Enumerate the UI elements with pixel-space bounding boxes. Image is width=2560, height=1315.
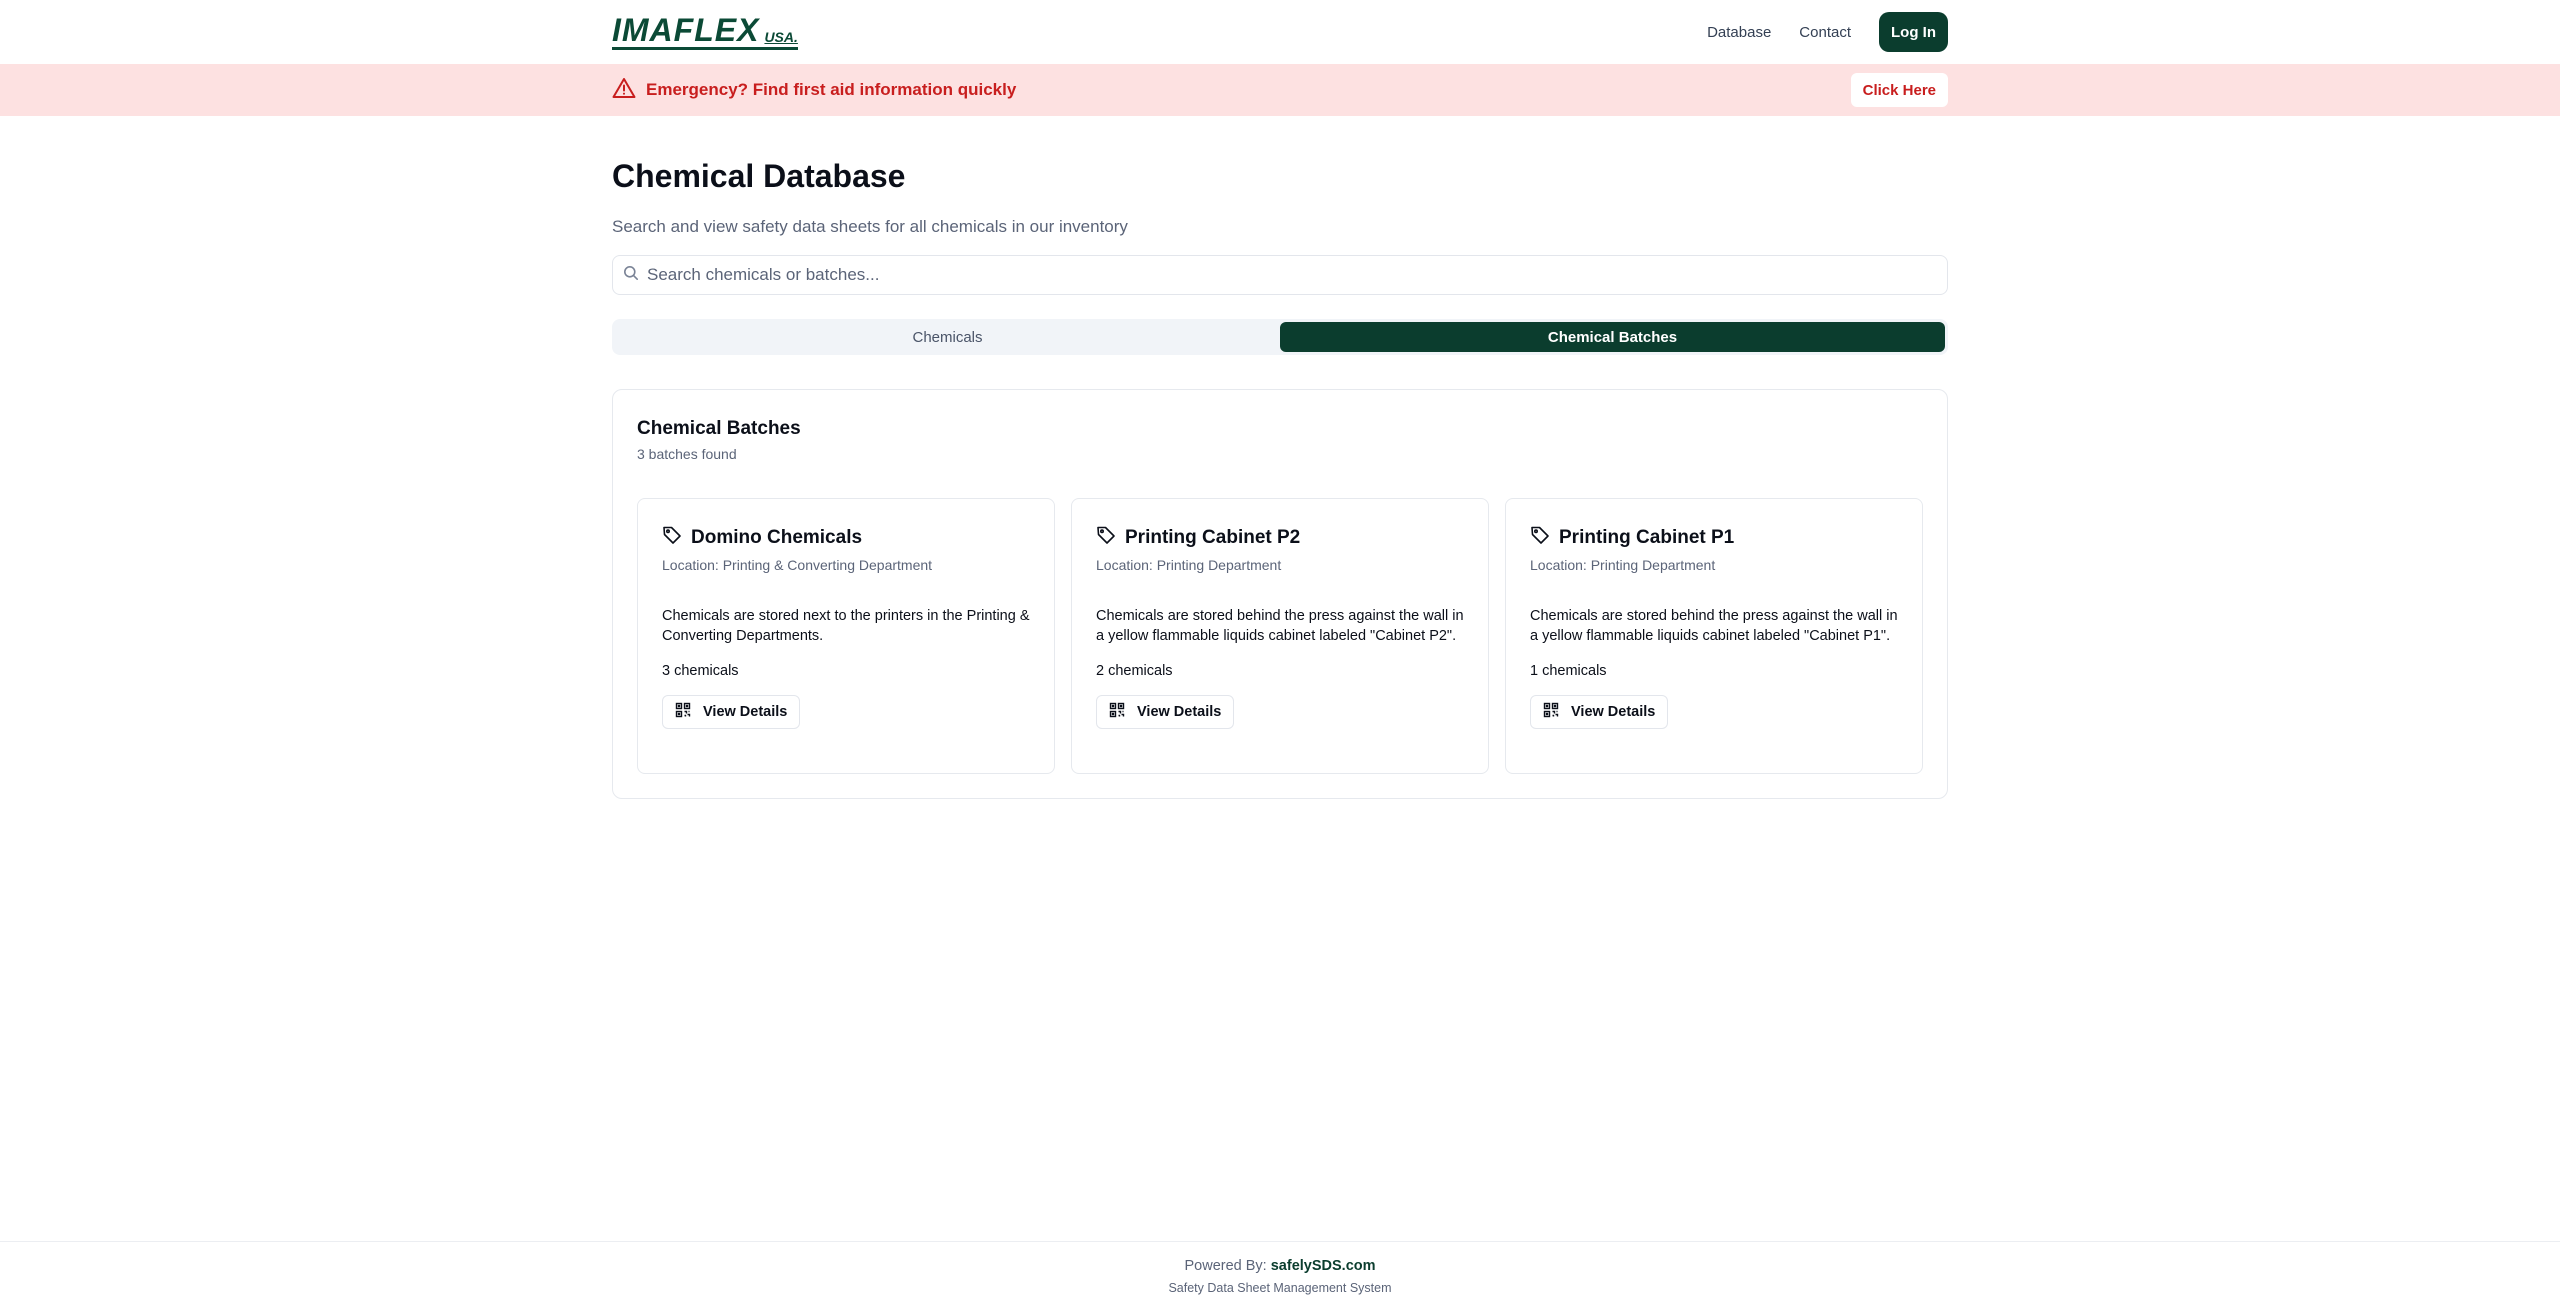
batch-card: Printing Cabinet P1 Location: Printing D… xyxy=(1505,498,1923,774)
view-details-label: View Details xyxy=(1571,704,1656,720)
qr-code-icon xyxy=(675,702,691,722)
emergency-message: Emergency? Find first aid information qu… xyxy=(612,77,1016,104)
emergency-text: Emergency? Find first aid information qu… xyxy=(646,80,1017,99)
chemical-batches-panel: Chemical Batches 3 batches found Domino … xyxy=(612,389,1948,799)
view-tabs: Chemicals Chemical Batches xyxy=(612,319,1948,355)
nav-contact-link[interactable]: Contact xyxy=(1799,24,1851,41)
login-button[interactable]: Log In xyxy=(1879,12,1948,52)
view-details-button[interactable]: View Details xyxy=(1530,695,1669,729)
batch-card-title: Domino Chemicals xyxy=(691,526,863,548)
site-header: IMAFLEX USA. Database Contact Log In xyxy=(0,0,2560,64)
powered-by-prefix: Powered By: xyxy=(1184,1258,1267,1274)
batch-card-title: Printing Cabinet P1 xyxy=(1559,526,1735,548)
footer-tagline: Safety Data Sheet Management System xyxy=(1168,1281,1392,1295)
page-title: Chemical Database xyxy=(612,158,906,194)
site-footer: Powered By: safelySDS.com Safety Data Sh… xyxy=(0,1241,2560,1315)
view-details-button[interactable]: View Details xyxy=(1096,695,1235,729)
batch-card-location: Location: Printing & Converting Departme… xyxy=(662,557,933,573)
view-details-button[interactable]: View Details xyxy=(662,695,801,729)
batch-card-description: Chemicals are stored behind the press ag… xyxy=(1096,608,1464,644)
batch-card-title: Printing Cabinet P2 xyxy=(1125,526,1301,548)
batch-card-header: Domino Chemicals xyxy=(662,525,1030,550)
logo-main-text: IMAFLEX xyxy=(612,12,760,48)
logo-sub-text: USA. xyxy=(764,29,798,45)
batch-card-location: Location: Printing Department xyxy=(1530,557,1716,573)
batch-card: Domino Chemicals Location: Printing & Co… xyxy=(637,498,1055,774)
batch-card-description: Chemicals are stored behind the press ag… xyxy=(1530,608,1898,644)
batch-card-chemical-count: 1 chemicals xyxy=(1530,663,1607,679)
search-icon xyxy=(623,265,639,286)
tag-icon xyxy=(1530,525,1550,550)
safelysds-link[interactable]: safelySDS.com xyxy=(1271,1258,1376,1274)
tab-chemical-batches[interactable]: Chemical Batches xyxy=(1280,322,1945,352)
batch-card: Printing Cabinet P2 Location: Printing D… xyxy=(1071,498,1489,774)
page-subtitle: Search and view safety data sheets for a… xyxy=(612,217,1128,236)
view-details-label: View Details xyxy=(703,704,788,720)
batch-card-location: Location: Printing Department xyxy=(1096,557,1282,573)
emergency-banner: Emergency? Find first aid information qu… xyxy=(0,64,2560,116)
qr-code-icon xyxy=(1109,702,1125,722)
main-nav: Database Contact Log In xyxy=(1707,12,1948,52)
view-details-label: View Details xyxy=(1137,704,1222,720)
batch-count: 3 batches found xyxy=(637,446,737,462)
batch-card-chemical-count: 2 chemicals xyxy=(1096,663,1173,679)
tag-icon xyxy=(662,525,682,550)
batch-card-list: Domino Chemicals Location: Printing & Co… xyxy=(637,498,1923,774)
tab-chemicals[interactable]: Chemicals xyxy=(615,322,1280,352)
search-input[interactable] xyxy=(647,265,1937,285)
batch-card-header: Printing Cabinet P1 xyxy=(1530,525,1898,550)
main-content: Chemical Database Search and view safety… xyxy=(612,158,1948,799)
nav-database-link[interactable]: Database xyxy=(1707,24,1771,41)
batch-card-header: Printing Cabinet P2 xyxy=(1096,525,1464,550)
emergency-click-here-button[interactable]: Click Here xyxy=(1850,73,1948,107)
panel-title: Chemical Batches xyxy=(637,418,801,439)
batch-card-chemical-count: 3 chemicals xyxy=(662,663,739,679)
tag-icon xyxy=(1096,525,1116,550)
batch-card-description: Chemicals are stored next to the printer… xyxy=(662,608,1030,644)
search-bar xyxy=(612,255,1948,295)
powered-by: Powered By: safelySDS.com xyxy=(0,1258,2560,1274)
imaflex-logo[interactable]: IMAFLEX USA. xyxy=(612,14,798,50)
alert-triangle-icon xyxy=(612,77,636,104)
qr-code-icon xyxy=(1543,702,1559,722)
